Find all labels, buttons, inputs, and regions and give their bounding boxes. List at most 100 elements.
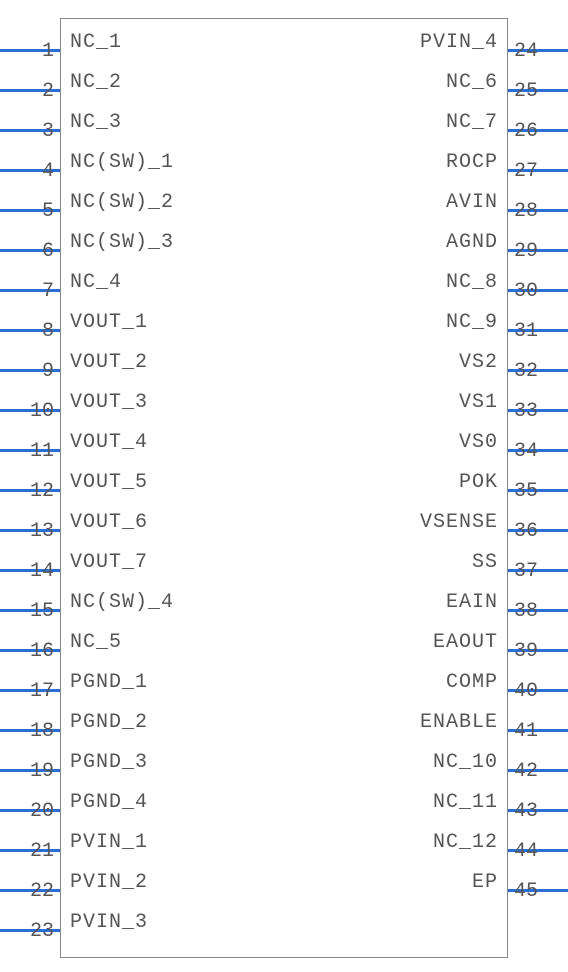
- pin-label: NC_3: [60, 111, 132, 134]
- pin-lead: 35: [508, 489, 568, 492]
- pin-number: 4: [42, 160, 54, 183]
- pin-lead: 28: [508, 209, 568, 212]
- pin-label: NC_11: [423, 791, 508, 814]
- pin-number: 44: [514, 840, 538, 863]
- pin-lead: 20: [0, 809, 60, 812]
- pin-lead: 17: [0, 689, 60, 692]
- pin-number: 10: [30, 400, 54, 423]
- pin-31: 31NC_9: [436, 302, 568, 342]
- pin-label: PVIN_4: [410, 31, 508, 54]
- pin-lead: 32: [508, 369, 568, 372]
- pin-number: 19: [30, 760, 54, 783]
- pin-lead: 1: [0, 49, 60, 52]
- pin-number: 37: [514, 560, 538, 583]
- pin-number: 24: [514, 40, 538, 63]
- pin-number: 35: [514, 480, 538, 503]
- pin-12: 12VOUT_5: [0, 462, 158, 502]
- pin-lead: 11: [0, 449, 60, 452]
- pin-number: 40: [514, 680, 538, 703]
- pin-number: 42: [514, 760, 538, 783]
- pin-label: NC_10: [423, 751, 508, 774]
- pin-lead: 6: [0, 249, 60, 252]
- pin-number: 39: [514, 640, 538, 663]
- pin-number: 22: [30, 880, 54, 903]
- pin-6: 6NC(SW)_3: [0, 222, 184, 262]
- pin-27: 27ROCP: [436, 142, 568, 182]
- pin-label: VSENSE: [410, 511, 508, 534]
- pin-label: NC_8: [436, 271, 508, 294]
- pin-label: NC(SW)_4: [60, 591, 184, 614]
- pin-lead: 27: [508, 169, 568, 172]
- pin-17: 17PGND_1: [0, 662, 158, 702]
- pin-number: 23: [30, 920, 54, 943]
- pin-lead: 40: [508, 689, 568, 692]
- pin-number: 17: [30, 680, 54, 703]
- pin-28: 28AVIN: [436, 182, 568, 222]
- pin-lead: 24: [508, 49, 568, 52]
- pin-label: NC(SW)_2: [60, 191, 184, 214]
- pin-lead: 36: [508, 529, 568, 532]
- pin-26: 26NC_7: [436, 102, 568, 142]
- pin-10: 10VOUT_3: [0, 382, 158, 422]
- pin-number: 6: [42, 240, 54, 263]
- pin-number: 33: [514, 400, 538, 423]
- pin-number: 20: [30, 800, 54, 823]
- pin-label: NC_12: [423, 831, 508, 854]
- pin-label: NC_2: [60, 71, 132, 94]
- pin-40: 40COMP: [436, 662, 568, 702]
- pin-lead: 15: [0, 609, 60, 612]
- pin-label: EAOUT: [423, 631, 508, 654]
- pin-label: PGND_3: [60, 751, 158, 774]
- pin-number: 26: [514, 120, 538, 143]
- pin-number: 32: [514, 360, 538, 383]
- pin-lead: 19: [0, 769, 60, 772]
- pin-lead: 41: [508, 729, 568, 732]
- pin-label: AVIN: [436, 191, 508, 214]
- pin-number: 43: [514, 800, 538, 823]
- pin-42: 42 NC_10: [423, 742, 568, 782]
- pin-label: VOUT_7: [60, 551, 158, 574]
- pin-number: 9: [42, 360, 54, 383]
- pin-label: VOUT_6: [60, 511, 158, 534]
- pin-lead: 26: [508, 129, 568, 132]
- pin-number: 25: [514, 80, 538, 103]
- pin-16: 16NC_5: [0, 622, 132, 662]
- pin-label: PGND_4: [60, 791, 158, 814]
- pin-lead: 37: [508, 569, 568, 572]
- pin-4: 4 NC(SW)_1: [0, 142, 184, 182]
- pin-number: 30: [514, 280, 538, 303]
- pin-label: PGND_2: [60, 711, 158, 734]
- pin-23: 23PVIN_3: [0, 902, 158, 942]
- pin-30: 30NC_8: [436, 262, 568, 302]
- pin-41: 41ENABLE: [410, 702, 568, 742]
- pin-lead: 38: [508, 609, 568, 612]
- pin-lead: 33: [508, 409, 568, 412]
- pin-lead: 2: [0, 89, 60, 92]
- pin-19: 19PGND_3: [0, 742, 158, 782]
- pin-34: 34VS0: [449, 422, 568, 462]
- pin-1: 1NC_1: [0, 22, 132, 62]
- pin-lead: 10: [0, 409, 60, 412]
- pin-label: PGND_1: [60, 671, 158, 694]
- pin-number: 29: [514, 240, 538, 263]
- pin-5: 5 NC(SW)_2: [0, 182, 184, 222]
- pin-label: NC_9: [436, 311, 508, 334]
- pin-13: 13VOUT_6: [0, 502, 158, 542]
- pin-label: NC_7: [436, 111, 508, 134]
- pin-label: NC_6: [436, 71, 508, 94]
- pin-label: PVIN_3: [60, 911, 158, 934]
- pin-number: 16: [30, 640, 54, 663]
- pin-label: AGND: [436, 231, 508, 254]
- pin-20: 20PGND_4: [0, 782, 158, 822]
- pin-lead: 34: [508, 449, 568, 452]
- pin-number: 15: [30, 600, 54, 623]
- pin-number: 28: [514, 200, 538, 223]
- pin-39: 39 EAOUT: [423, 622, 568, 662]
- pin-label: NC(SW)_1: [60, 151, 184, 174]
- pin-number: 27: [514, 160, 538, 183]
- pin-lead: 23: [0, 929, 60, 932]
- pin-lead: 43: [508, 809, 568, 812]
- pin-lead: 30: [508, 289, 568, 292]
- pin-label: VOUT_2: [60, 351, 158, 374]
- pin-number: 5: [42, 200, 54, 223]
